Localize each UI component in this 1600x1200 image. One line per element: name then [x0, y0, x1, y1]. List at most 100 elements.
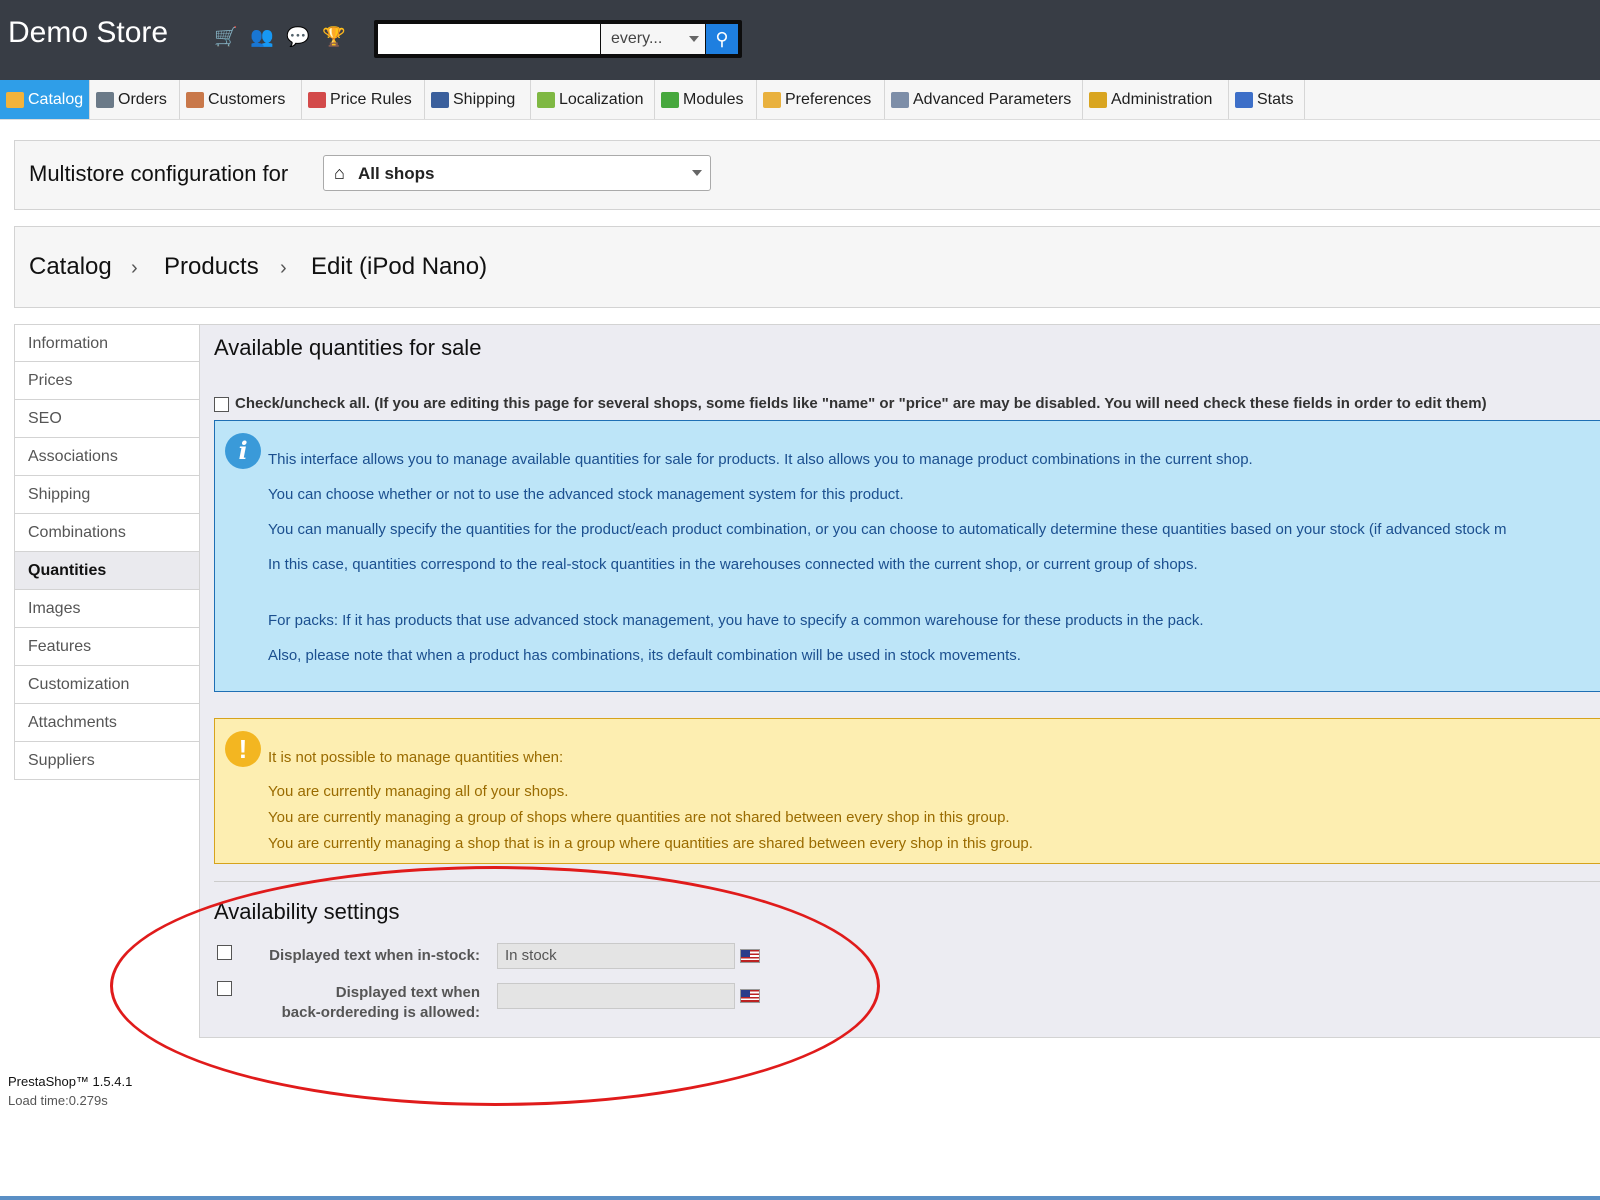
customers-icon [186, 91, 204, 108]
store-brand[interactable]: Demo Store [8, 16, 168, 50]
cart-icon[interactable]: 🛒 [214, 27, 238, 49]
tab-label: Customers [208, 90, 286, 108]
backorder-text-input[interactable] [497, 983, 735, 1009]
us-flag-icon[interactable] [740, 989, 760, 1003]
menu-item-quantities[interactable]: Quantities [14, 552, 200, 590]
tab-label: Preferences [785, 90, 872, 108]
chevron-right-icon: › [131, 257, 138, 279]
us-flag-icon[interactable] [740, 949, 760, 963]
tab-stats[interactable]: Stats [1229, 80, 1305, 119]
quantities-panel: Available quantities for sale Check/unch… [199, 324, 1600, 1038]
tab-administration[interactable]: Administration [1083, 80, 1229, 119]
tab-label: Catalog [28, 90, 84, 108]
tab-orders[interactable]: Orders [90, 80, 180, 119]
tab-label: Price Rules [330, 90, 412, 108]
warning-text: You are currently managing all of your s… [268, 783, 569, 800]
info-text: In this case, quantities correspond to t… [268, 556, 1198, 573]
modules-icon [661, 91, 679, 108]
multistore-panel: Multistore configuration for ⌂ All shops [14, 140, 1600, 210]
warning-box: ! It is not possible to manage quantitie… [214, 718, 1600, 864]
stats-icon [1235, 91, 1253, 108]
warning-icon: ! [225, 731, 261, 767]
tab-price-rules[interactable]: Price Rules [302, 80, 425, 119]
tab-label: Advanced Parameters [913, 90, 1072, 108]
tab-label: Modules [683, 90, 744, 108]
search-input[interactable] [378, 24, 600, 54]
menu-item-images[interactable]: Images [14, 590, 200, 628]
product-edit-menu: Information Prices SEO Associations Ship… [14, 324, 200, 780]
breadcrumb-item[interactable]: Catalog [29, 253, 112, 281]
warning-text: You are currently managing a shop that i… [268, 835, 1033, 852]
search-scope-label: every... [611, 30, 663, 47]
breadcrumb: Catalog › Products › Edit (iPod Nano) [14, 226, 1600, 308]
warning-text: It is not possible to manage quantities … [268, 749, 564, 766]
tab-label: Shipping [453, 90, 516, 108]
check-all-checkbox[interactable] [214, 397, 229, 412]
tab-label: Administration [1111, 90, 1213, 108]
tab-modules[interactable]: Modules [655, 80, 757, 119]
search-icon: ⚲ [715, 29, 729, 49]
wrench-icon [891, 91, 909, 108]
multistore-label: Multistore configuration for [29, 161, 289, 186]
menu-item-prices[interactable]: Prices [14, 362, 200, 400]
orders-icon [96, 91, 114, 108]
info-text: You can choose whether or not to use the… [268, 486, 904, 503]
tab-preferences[interactable]: Preferences [757, 80, 885, 119]
breadcrumb-item[interactable]: Products [164, 253, 259, 281]
home-icon: ⌂ [334, 163, 345, 183]
search-bar: every... ⚲ [374, 20, 742, 58]
localization-icon [537, 91, 555, 108]
backorder-text-checkbox[interactable] [217, 981, 232, 996]
messages-icon[interactable]: 💬 [286, 27, 310, 49]
section-divider [214, 881, 1600, 882]
menu-item-information[interactable]: Information [14, 324, 200, 362]
backorder-label-line1: Displayed text when [335, 984, 480, 1001]
availability-title: Availability settings [214, 899, 400, 924]
info-box: i This interface allows you to manage av… [214, 420, 1600, 692]
menu-item-seo[interactable]: SEO [14, 400, 200, 438]
tab-label: Orders [118, 90, 167, 108]
warning-text: You are currently managing a group of sh… [268, 809, 1010, 826]
menu-item-shipping[interactable]: Shipping [14, 476, 200, 514]
quick-access-icons: 🛒 👥 💬 🏆 [214, 27, 346, 49]
page-title: Edit (iPod Nano) [311, 253, 488, 280]
footer-load-time: Load time:0.279s [8, 1093, 108, 1108]
key-icon [1089, 91, 1107, 108]
tab-customers[interactable]: Customers [180, 80, 302, 119]
search-scope-select[interactable]: every... [601, 24, 705, 54]
menu-item-associations[interactable]: Associations [14, 438, 200, 476]
chevron-right-icon: › [280, 257, 287, 279]
info-icon: i [225, 433, 261, 469]
tab-advanced-parameters[interactable]: Advanced Parameters [885, 80, 1083, 119]
in-stock-label: Displayed text when in-stock: [269, 947, 480, 964]
info-text: You can manually specify the quantities … [268, 521, 1507, 538]
check-all-label: Check/uncheck all. (If you are editing t… [235, 395, 1487, 412]
tab-shipping[interactable]: Shipping [425, 80, 531, 119]
backorder-label-line2: back-ordereding is allowed: [281, 1004, 480, 1021]
catalog-icon [6, 91, 24, 108]
menu-item-attachments[interactable]: Attachments [14, 704, 200, 742]
info-text: For packs: If it has products that use a… [268, 612, 1204, 629]
search-button[interactable]: ⚲ [706, 24, 738, 54]
shop-select[interactable]: ⌂ All shops [323, 155, 711, 191]
in-stock-text-input[interactable]: In stock [497, 943, 735, 969]
in-stock-text-checkbox[interactable] [217, 945, 232, 960]
top-header: Demo Store 🛒 👥 💬 🏆 every... ⚲ [0, 0, 1600, 80]
menu-item-customization[interactable]: Customization [14, 666, 200, 704]
info-text: This interface allows you to manage avai… [268, 451, 1253, 468]
main-nav-tabs: Catalog Orders Customers Price Rules Shi… [0, 80, 1600, 120]
tab-label: Stats [1257, 90, 1294, 108]
customers-icon[interactable]: 👥 [250, 27, 274, 49]
tab-catalog[interactable]: Catalog [0, 80, 90, 119]
menu-item-combinations[interactable]: Combinations [14, 514, 200, 552]
bottom-bar [0, 1196, 1600, 1200]
trophy-icon[interactable]: 🏆 [322, 27, 346, 49]
chevron-down-icon [692, 170, 702, 176]
menu-item-features[interactable]: Features [14, 628, 200, 666]
footer-version: PrestaShop™ 1.5.4.1 [8, 1074, 133, 1089]
chevron-down-icon [689, 36, 699, 42]
shipping-icon [431, 91, 449, 108]
menu-item-suppliers[interactable]: Suppliers [14, 742, 200, 780]
tab-localization[interactable]: Localization [531, 80, 655, 119]
preferences-icon [763, 91, 781, 108]
